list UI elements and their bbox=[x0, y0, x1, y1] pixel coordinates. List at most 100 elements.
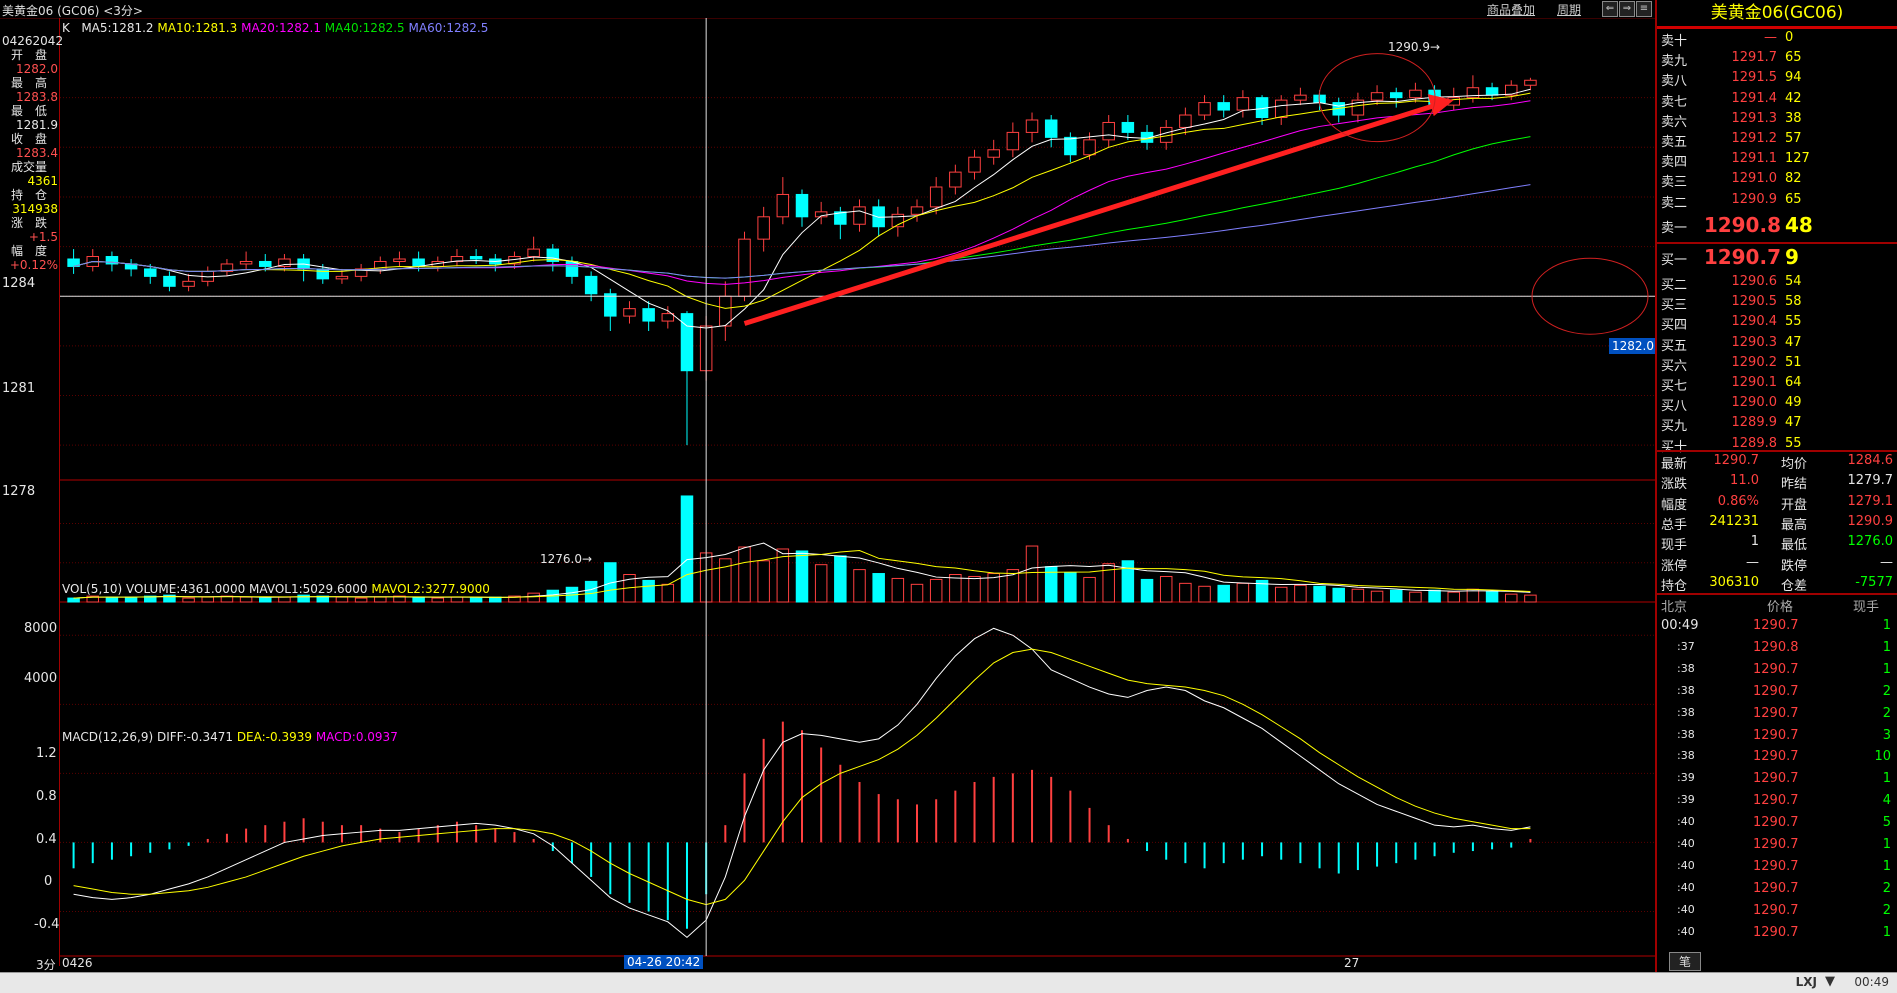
candle-body bbox=[335, 275, 349, 280]
macd-value-label: MACD:0.0937 bbox=[315, 730, 398, 744]
volume-bar bbox=[278, 596, 291, 603]
expand-right-icon[interactable]: ⇒ bbox=[1619, 1, 1635, 17]
mavol2-label: MAVOL2:3277.9000 bbox=[371, 582, 490, 596]
percent-value: +0.12% bbox=[9, 258, 58, 272]
high-value: 1283.8 bbox=[16, 90, 58, 104]
volume-bar bbox=[182, 597, 195, 603]
tick-row: :37 1290.8 1 bbox=[1677, 639, 1891, 655]
x-mid-label: 27 bbox=[1344, 956, 1360, 970]
volume-bar bbox=[642, 579, 655, 603]
candle-body bbox=[968, 156, 981, 173]
bid-row[interactable]: 买五 1290.3 47 bbox=[1657, 335, 1897, 355]
tick-row: :38 1290.7 2 bbox=[1677, 683, 1891, 699]
tick-row: :38 1290.7 3 bbox=[1677, 727, 1891, 743]
candle-body bbox=[1198, 102, 1211, 116]
candle-body bbox=[1389, 92, 1403, 99]
change-value: +1.5 bbox=[28, 230, 58, 244]
ask-row[interactable]: 卖七 1291.4 42 bbox=[1657, 91, 1897, 111]
candle-body bbox=[144, 268, 157, 277]
bid-row[interactable]: 买七 1290.1 64 bbox=[1657, 375, 1897, 395]
volume-bar bbox=[891, 577, 905, 603]
bid-row[interactable]: 买九 1289.9 47 bbox=[1657, 415, 1897, 435]
candle-body bbox=[929, 186, 943, 208]
price-tick: 1281 bbox=[2, 381, 36, 396]
volume-bar bbox=[527, 592, 540, 603]
expand-left-icon[interactable]: ⇐ bbox=[1602, 1, 1618, 17]
macd-tick: -0.4 bbox=[34, 917, 60, 932]
candle-body bbox=[259, 260, 272, 267]
candle-body bbox=[795, 193, 809, 218]
volume-title: VOL(5,10) VOLUME:4361.0000 bbox=[62, 582, 246, 596]
bid-row[interactable]: 买三 1290.5 58 bbox=[1657, 294, 1897, 314]
volume-bar bbox=[1485, 590, 1499, 603]
macd-tick: 1.2 bbox=[36, 746, 57, 761]
stat-row: 现手 1 最低 1276.0 bbox=[1661, 534, 1893, 554]
stat-row: 幅度 0.86% 开盘 1279.1 bbox=[1661, 493, 1893, 513]
chart-area[interactable] bbox=[60, 18, 1655, 972]
bid-row[interactable]: 买六 1290.2 51 bbox=[1657, 355, 1897, 375]
candle-body bbox=[1121, 121, 1135, 133]
ask-row[interactable]: 卖九 1291.7 65 bbox=[1657, 50, 1897, 70]
tab-ticks[interactable]: 笔 bbox=[1669, 952, 1701, 971]
quote-panel: 美黄金06(GC06) 卖十 —0 卖九 1291.7 65 卖八 1291.5 94 卖七 12… bbox=[1655, 0, 1897, 992]
volume-bar bbox=[374, 596, 387, 603]
ask1-row[interactable]: 卖一 1290.8 48 bbox=[1657, 213, 1897, 239]
price-tick: 1284 bbox=[2, 276, 36, 291]
bid-row[interactable]: 买八 1290.0 49 bbox=[1657, 395, 1897, 415]
candle-body bbox=[604, 293, 617, 317]
crosshair-price-tag: 1282.0 bbox=[1609, 338, 1657, 354]
volume-bar bbox=[738, 546, 751, 603]
tick-row: :38 1290.7 2 bbox=[1677, 705, 1891, 721]
percent-label: 幅 度 bbox=[10, 244, 47, 258]
candle-body bbox=[1006, 131, 1020, 151]
ask-row[interactable]: 卖十 —0 bbox=[1657, 30, 1897, 50]
ma40-label: MA40:1282.5 bbox=[324, 21, 405, 35]
dea-label: DEA:-0.3939 bbox=[236, 730, 312, 744]
overlay-link[interactable]: 商品叠加 bbox=[1487, 1, 1535, 18]
price-tick: 1278 bbox=[2, 484, 36, 499]
volume-bar bbox=[1198, 585, 1211, 603]
bid1-row[interactable]: 买一 1290.7 9 bbox=[1657, 245, 1897, 271]
bar-code: 04262042 bbox=[2, 34, 64, 48]
tick-row: :40 1290.7 1 bbox=[1677, 924, 1891, 940]
candle-body bbox=[1044, 119, 1058, 138]
candle-body bbox=[661, 313, 675, 322]
ask-row[interactable]: 卖五 1291.2 57 bbox=[1657, 131, 1897, 151]
ask-row[interactable]: 卖二 1290.9 65 bbox=[1657, 192, 1897, 212]
volume-bar bbox=[297, 594, 310, 603]
x-start-label: 0426 bbox=[62, 956, 93, 970]
volume-bar bbox=[929, 578, 943, 603]
stat-row: 最新 1290.7 均价 1284.6 bbox=[1661, 453, 1893, 472]
macd-tick: 0 bbox=[44, 874, 53, 889]
macd-tick: 0.8 bbox=[36, 789, 57, 804]
ask-row[interactable]: 卖六 1291.3 38 bbox=[1657, 111, 1897, 131]
candle-body bbox=[1409, 89, 1422, 99]
bid-row[interactable]: 买四 1290.4 55 bbox=[1657, 314, 1897, 334]
ask-row[interactable]: 卖四 1291.1 127 bbox=[1657, 151, 1897, 171]
volume-bar bbox=[1294, 584, 1307, 603]
ask-row[interactable]: 卖三 1291.0 82 bbox=[1657, 171, 1897, 191]
bid-row[interactable]: 买二 1290.6 54 bbox=[1657, 274, 1897, 294]
ticks-header: 北京 价格 现手 bbox=[1661, 600, 1879, 615]
period-link[interactable]: 周期 bbox=[1557, 1, 1581, 18]
collapse-icon[interactable]: ≡ bbox=[1636, 1, 1652, 17]
volume-bar bbox=[834, 555, 847, 603]
tick-row: :38 1290.7 1 bbox=[1677, 661, 1891, 677]
volume-bar bbox=[1274, 586, 1288, 603]
change-label: 涨 跌 bbox=[10, 216, 47, 230]
candle-body bbox=[393, 258, 406, 262]
volume-bar bbox=[661, 583, 675, 603]
volume-bar bbox=[1524, 594, 1537, 603]
volume-bar bbox=[124, 596, 138, 603]
volume-bar bbox=[1217, 584, 1230, 603]
period-label[interactable]: 3分 bbox=[36, 956, 56, 973]
candle-body bbox=[584, 275, 598, 295]
brand-label: LXJ bbox=[1795, 975, 1817, 989]
close-value: 1283.4 bbox=[16, 146, 58, 160]
volume-label: 成交量 bbox=[10, 160, 47, 174]
mavol1-label: MAVOL1:5029.6000 bbox=[249, 582, 368, 596]
tick-row: :40 1290.7 2 bbox=[1677, 880, 1891, 896]
tick-row: :40 1290.7 2 bbox=[1677, 902, 1891, 918]
ask-row[interactable]: 卖八 1291.5 94 bbox=[1657, 70, 1897, 90]
low-value: 1281.9 bbox=[16, 118, 58, 132]
